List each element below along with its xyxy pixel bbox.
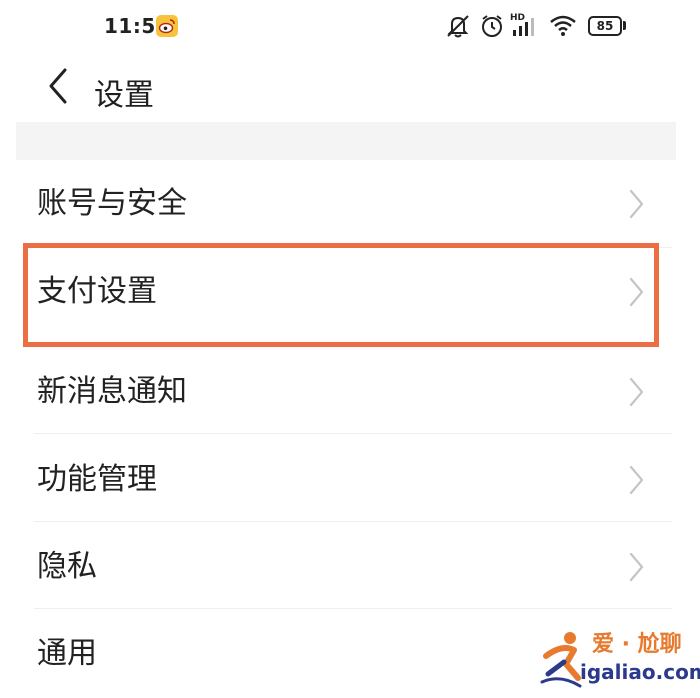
settings-item-label: 支付设置 <box>37 274 157 309</box>
watermark-url-text: igaliao.com <box>580 660 700 684</box>
divider <box>34 433 672 434</box>
page-title: 设置 <box>94 78 154 113</box>
settings-item-privacy[interactable]: 隐私 <box>0 523 700 611</box>
status-bar: 11:51 HD 85 <box>0 0 700 56</box>
settings-item-account-security[interactable]: 账号与安全 <box>0 160 700 248</box>
settings-item-label: 账号与安全 <box>37 186 187 221</box>
watermark-brand-text: 爱 · 尬聊 <box>592 632 682 657</box>
alarm-clock-icon <box>478 12 506 44</box>
chevron-left-icon <box>45 66 71 110</box>
settings-item-label: 通用 <box>37 636 97 671</box>
section-spacer <box>16 122 676 160</box>
settings-item-new-message-notifications[interactable]: 新消息通知 <box>0 348 700 436</box>
silent-bell-icon <box>444 12 472 44</box>
nav-header: 设置 <box>0 56 700 122</box>
settings-item-label: 新消息通知 <box>37 374 187 409</box>
chevron-right-icon <box>626 551 646 583</box>
chevron-right-icon <box>626 376 646 408</box>
settings-item-payment-settings[interactable]: 支付设置 <box>0 248 700 336</box>
settings-item-label: 隐私 <box>37 549 97 584</box>
hd-signal-icon: HD <box>510 10 542 44</box>
weibo-notification-icon <box>156 15 178 37</box>
chevron-right-icon <box>626 276 646 308</box>
battery-level: 85 <box>596 19 614 33</box>
back-button[interactable] <box>36 66 80 110</box>
divider <box>34 521 672 522</box>
chevron-right-icon <box>626 188 646 220</box>
divider <box>34 608 672 609</box>
chevron-right-icon <box>626 464 646 496</box>
battery-tip <box>623 21 626 30</box>
settings-item-label: 功能管理 <box>37 462 157 497</box>
wifi-icon <box>548 12 578 44</box>
battery-icon: 85 <box>588 16 622 36</box>
settings-item-feature-management[interactable]: 功能管理 <box>0 436 700 524</box>
site-watermark: 爱 · 尬聊 igaliao.com <box>540 622 700 696</box>
network-badge-text: HD <box>510 13 525 23</box>
